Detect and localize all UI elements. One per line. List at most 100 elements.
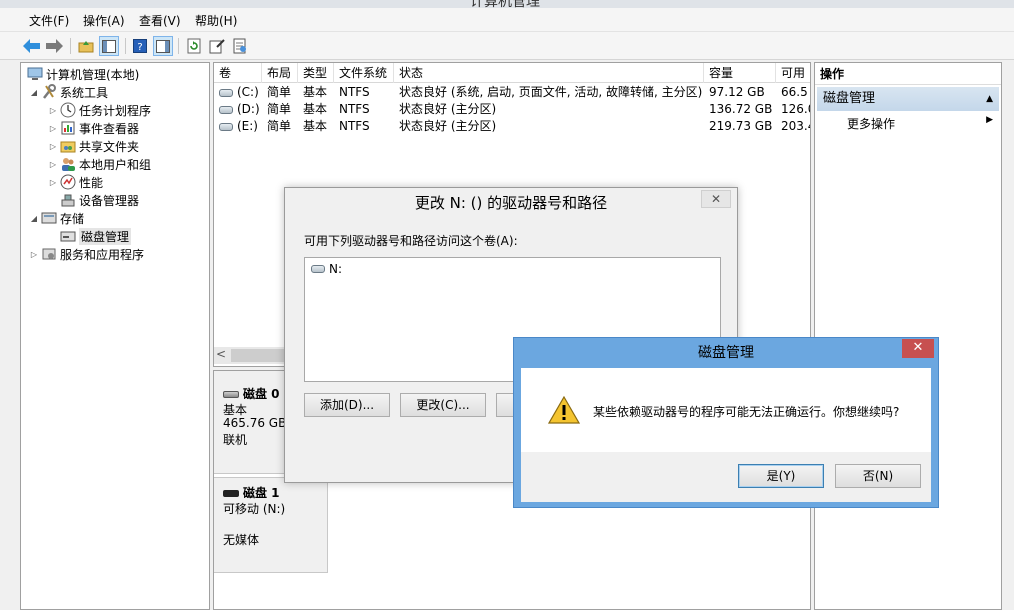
actions-section-label: 磁盘管理 — [823, 91, 876, 106]
column-header-free[interactable]: 可用 — [776, 63, 810, 83]
volume-list-header: 卷 布局 类型 文件系统 状态 容量 可用 — [214, 63, 810, 83]
help-icon[interactable]: ? — [130, 36, 150, 56]
collapsed-arrow-icon[interactable]: ▷ — [48, 124, 58, 133]
tree-item-label: 系统工具 — [60, 85, 109, 100]
drive-icon — [311, 265, 325, 273]
dialog-title: 更改 N: () 的驱动器号和路径 — [285, 188, 737, 216]
confirm-message: 某些依赖驱动器号的程序可能无法正确运行。你想继续吗? — [593, 405, 900, 419]
show-hide-tree-icon[interactable] — [99, 36, 119, 56]
list-item[interactable]: N: — [311, 262, 342, 276]
table-row[interactable]: (C:) 简单 基本 NTFS 状态良好 (系统, 启动, 页面文件, 活动, … — [214, 84, 810, 101]
disk-management-icon — [60, 228, 76, 244]
tree-item-label: 任务计划程序 — [79, 103, 152, 118]
hard-disk-icon — [223, 391, 239, 398]
tree-item-device-manager[interactable]: 设备管理器 — [58, 191, 139, 209]
show-hide-action-pane-icon[interactable] — [153, 36, 173, 56]
yes-button[interactable]: 是(Y) — [738, 464, 824, 488]
tree-item-performance[interactable]: ▷ 性能 — [48, 173, 103, 191]
collapsed-arrow-icon[interactable]: ▷ — [48, 106, 58, 115]
shared-folder-icon — [60, 138, 76, 154]
device-manager-icon — [60, 192, 76, 208]
tree-item-shared-folders[interactable]: ▷ 共享文件夹 — [48, 137, 139, 155]
column-header-capacity[interactable]: 容量 — [704, 63, 776, 83]
tree-item-local-users[interactable]: ▷ 本地用户和组 — [48, 155, 151, 173]
scrollbar-thumb[interactable] — [231, 349, 286, 362]
column-header-volume[interactable]: 卷 — [214, 63, 262, 83]
users-icon — [60, 156, 76, 172]
collapsed-arrow-icon[interactable]: ▷ — [29, 250, 39, 259]
tools-icon — [41, 84, 57, 100]
tree-item-services-apps[interactable]: ▷ 服务和应用程序 — [29, 245, 144, 263]
event-viewer-icon — [60, 120, 76, 136]
menu-help[interactable]: 帮助(H) — [195, 12, 237, 29]
actions-header: 操作 — [815, 63, 1001, 85]
tree-item-label: 共享文件夹 — [79, 139, 140, 154]
column-header-type[interactable]: 类型 — [298, 63, 334, 83]
menu-view[interactable]: 查看(V) — [139, 12, 181, 29]
disk-size: 465.76 GB — [223, 416, 287, 430]
actions-section-disk-management[interactable]: 磁盘管理 ▲ — [817, 87, 999, 111]
column-header-layout[interactable]: 布局 — [262, 63, 298, 83]
computer-management-icon — [27, 66, 43, 82]
svg-text:?: ? — [137, 42, 142, 53]
tree-item-event-viewer[interactable]: ▷ 事件查看器 — [48, 119, 139, 137]
tree-item-label: 存储 — [60, 211, 85, 226]
collapsed-arrow-icon[interactable]: ▷ — [48, 160, 58, 169]
tree-item-root[interactable]: 计算机管理(本地) — [25, 65, 139, 83]
column-header-status[interactable]: 状态 — [394, 63, 704, 83]
scroll-left-icon[interactable]: < — [216, 347, 226, 361]
performance-icon — [60, 174, 76, 190]
menu-action[interactable]: 操作(A) — [83, 12, 125, 29]
change-button[interactable]: 更改(C)... — [400, 393, 486, 417]
column-header-filesystem[interactable]: 文件系统 — [334, 63, 394, 83]
drive-icon — [219, 122, 233, 131]
collapsed-arrow-icon[interactable]: ▷ — [48, 142, 58, 151]
tree-item-label: 性能 — [79, 175, 104, 190]
disk-name: 磁盘 1 — [243, 486, 280, 500]
expanded-arrow-icon[interactable]: ◢ — [29, 88, 39, 97]
tree-item-disk-management[interactable]: 磁盘管理 — [58, 227, 132, 245]
removable-disk-icon — [223, 490, 239, 497]
paths-label: 可用下列驱动器号和路径访问这个卷(A): — [304, 234, 518, 248]
add-button[interactable]: 添加(D)... — [304, 393, 390, 417]
forward-icon[interactable] — [44, 36, 64, 56]
tree-item-label: 磁盘管理 — [79, 227, 132, 245]
table-row[interactable]: (D:) 简单 基本 NTFS 状态良好 (主分区) 136.72 GB 126… — [214, 101, 810, 118]
menu-file[interactable]: 文件(F) — [29, 12, 69, 29]
services-icon — [41, 246, 57, 262]
drive-letter: N: — [329, 262, 343, 276]
disk-status: 联机 — [223, 433, 248, 447]
collapse-up-icon[interactable]: ▲ — [986, 87, 993, 111]
drive-icon — [219, 88, 233, 97]
disk-1-info[interactable]: 磁盘 1 可移动 (N:) 无媒体 — [214, 477, 328, 573]
confirm-dialog: 磁盘管理 ✕ 某些依赖驱动器号的程序可能无法正确运行。你想继续吗? 是(Y) 否… — [513, 337, 939, 508]
no-button[interactable]: 否(N) — [835, 464, 921, 488]
drive-icon — [219, 105, 233, 114]
submenu-arrow-icon[interactable]: ▶ — [986, 115, 993, 125]
tree-item-label: 计算机管理(本地) — [46, 67, 140, 82]
window-titlebar: 计算机管理 — [0, 0, 1014, 8]
actions-pane: 操作 磁盘管理 ▲ 更多操作 ▶ — [814, 62, 1002, 610]
close-icon[interactable]: ✕ — [701, 190, 731, 208]
expanded-arrow-icon[interactable]: ◢ — [29, 214, 39, 223]
tree-item-system-tools[interactable]: ◢ 系统工具 — [29, 83, 108, 101]
window-title: 计算机管理 — [470, 0, 540, 8]
back-icon[interactable] — [22, 36, 42, 56]
close-icon[interactable]: ✕ — [902, 339, 934, 358]
dialog-button-area: 是(Y) 否(N) — [521, 452, 931, 502]
table-row[interactable]: (E:) 简单 基本 NTFS 状态良好 (主分区) 219.73 GB 203… — [214, 118, 810, 135]
menu-bar: 文件(F) 操作(A) 查看(V) 帮助(H) — [0, 8, 1014, 32]
collapsed-arrow-icon[interactable]: ▷ — [48, 178, 58, 187]
warning-icon — [548, 396, 580, 424]
tree-item-label: 服务和应用程序 — [60, 247, 145, 262]
up-folder-icon[interactable] — [76, 36, 96, 56]
refresh-icon[interactable] — [184, 36, 204, 56]
export-list-icon[interactable] — [230, 36, 250, 56]
tree-item-task-scheduler[interactable]: ▷ 任务计划程序 — [48, 101, 151, 119]
tree-item-storage[interactable]: ◢ 存储 — [29, 209, 84, 227]
navigation-tree: 计算机管理(本地) ◢ 系统工具 ▷ 任务计划程序 ▷ 事件查看器 ▷ 共享文件… — [20, 62, 210, 610]
more-actions-item[interactable]: 更多操作 — [847, 115, 895, 132]
properties-icon[interactable] — [207, 36, 227, 56]
disk-name: 磁盘 0 — [243, 387, 280, 401]
disk-status: 无媒体 — [223, 533, 260, 547]
